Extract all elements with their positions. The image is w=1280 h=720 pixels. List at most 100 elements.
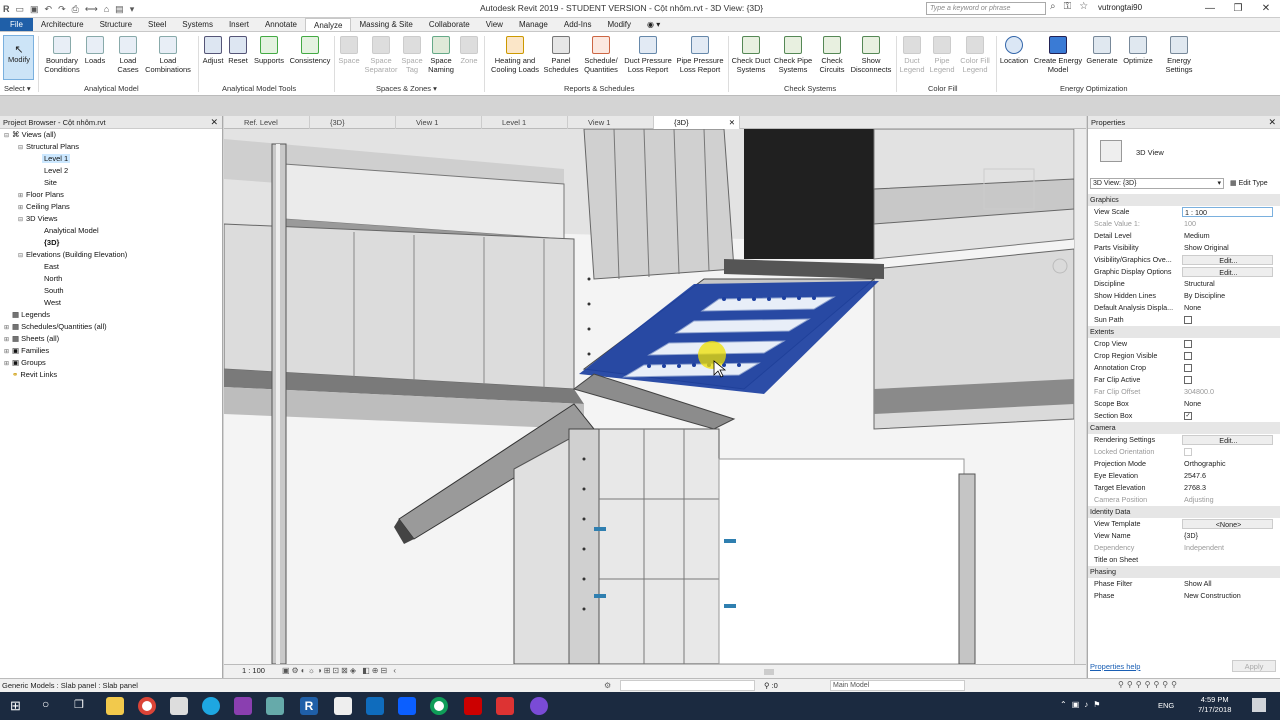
revit-app-icon[interactable]: R <box>300 697 318 715</box>
design-options-selector[interactable]: Main Model <box>830 680 965 691</box>
prop-row[interactable]: Visibility/Graphics Ove... Edit... <box>1088 254 1280 266</box>
tree-item[interactable]: Analytical Model <box>44 226 99 235</box>
view-tab-active[interactable]: {3D} ✕ <box>654 116 740 129</box>
tree-item[interactable]: ⊞ ▣ Groups <box>4 358 46 367</box>
prop-row[interactable]: Discipline Structural <box>1088 278 1280 290</box>
space-separator-button[interactable]: Space Separator <box>362 36 400 74</box>
create-energy-model-button[interactable]: Create Energy Model <box>1031 36 1085 74</box>
tree-item[interactable]: Site <box>44 178 57 187</box>
language-indicator[interactable]: ENG <box>1158 701 1174 710</box>
apply-button[interactable]: Apply <box>1232 660 1276 672</box>
generate-button[interactable]: Generate <box>1085 36 1119 65</box>
prop-row[interactable]: Sun Path <box>1088 314 1280 326</box>
group-extents[interactable]: Extents <box>1088 326 1280 338</box>
space-button[interactable]: Space <box>337 36 361 65</box>
crop-region-checkbox[interactable] <box>1184 352 1192 361</box>
close-icon[interactable]: ✕ <box>1252 0 1280 18</box>
prop-row[interactable]: Section Box ✓ <box>1088 410 1280 422</box>
notifications-icon[interactable] <box>1252 698 1266 712</box>
calculator-icon[interactable] <box>170 697 188 715</box>
section-box-checkbox[interactable]: ✓ <box>1184 412 1192 421</box>
close-icon[interactable]: ✕ <box>1268 116 1276 129</box>
search-input[interactable]: Type a keyword or phrase <box>926 2 1046 15</box>
tree-item[interactable]: ⊟ Structural Plans <box>18 142 79 151</box>
minimize-icon[interactable]: — <box>1196 0 1224 18</box>
skype-icon[interactable] <box>202 697 220 715</box>
restore-icon[interactable]: ❐ <box>1224 0 1252 18</box>
loads-button[interactable]: Loads <box>84 36 106 65</box>
tab-file[interactable]: File <box>0 18 33 31</box>
tree-item[interactable]: ⊟ 3D Views <box>18 214 58 223</box>
check-circuits-button[interactable]: Check Circuits <box>815 36 849 74</box>
prop-row[interactable]: Show Hidden Lines By Discipline <box>1088 290 1280 302</box>
energy-settings-button[interactable]: Energy Settings <box>1160 36 1198 74</box>
pipe-pressure-loss-button[interactable]: Pipe Pressure Loss Report <box>674 36 726 74</box>
location-button[interactable]: Location <box>998 36 1030 65</box>
horizontal-scroll-thumb[interactable] <box>764 669 774 675</box>
load-cases-button[interactable]: Load Cases <box>112 36 144 74</box>
ribbon-options-icon[interactable]: ◉ ▾ <box>639 18 668 31</box>
close-icon[interactable]: ✕ <box>729 116 735 129</box>
prop-row[interactable]: Phase New Construction <box>1088 590 1280 602</box>
tray-icons[interactable]: ⌃▣♪⚑ <box>1060 700 1105 709</box>
file-explorer-icon[interactable] <box>106 697 124 715</box>
chrome-icon[interactable] <box>430 697 448 715</box>
print-icon[interactable]: ⎙ <box>72 4 79 15</box>
prop-row[interactable]: Parts Visibility Show Original <box>1088 242 1280 254</box>
tab-annotate[interactable]: Annotate <box>257 18 305 31</box>
heating-cooling-loads-button[interactable]: Heating and Cooling Loads <box>487 36 543 74</box>
consistency-button[interactable]: Consistency <box>288 36 332 65</box>
windows-start-icon[interactable]: ⊞ <box>10 698 21 714</box>
tab-view[interactable]: View <box>478 18 511 31</box>
customize-qat-icon[interactable]: ▾ <box>130 4 135 15</box>
sun-path-checkbox[interactable] <box>1184 316 1192 325</box>
pipe-legend-button[interactable]: Pipe Legend <box>928 36 956 74</box>
search-icon[interactable]: ⌕ <box>1050 1 1056 12</box>
space-tag-button[interactable]: Space Tag <box>400 36 424 74</box>
tab-insert[interactable]: Insert <box>221 18 257 31</box>
task-view-icon[interactable]: ❐ <box>74 698 84 711</box>
check-pipe-systems-button[interactable]: Check Pipe Systems <box>772 36 814 74</box>
tree-item[interactable]: East <box>44 262 59 271</box>
app-icon[interactable] <box>234 697 252 715</box>
zone-button[interactable]: Zone <box>458 36 480 65</box>
load-combinations-button[interactable]: Load Combinations <box>142 36 194 74</box>
view-control-icons[interactable]: ▣⚙◐☼◑⊞⊡⊠◈ ◧⊕⊟ ‹ <box>282 666 398 675</box>
chrome-icon[interactable] <box>138 697 156 715</box>
search-icon[interactable]: ○ <box>42 697 49 711</box>
key-icon[interactable]: ⚿ <box>1064 1 1072 12</box>
prop-row[interactable]: Rendering Settings Edit... <box>1088 434 1280 446</box>
prop-row[interactable]: Crop View <box>1088 338 1280 350</box>
view-tab[interactable]: Ref. Level <box>224 116 310 129</box>
prop-row[interactable]: View Template <None> <box>1088 518 1280 530</box>
group-phasing[interactable]: Phasing <box>1088 566 1280 578</box>
tab-manage[interactable]: Manage <box>511 18 556 31</box>
space-naming-button[interactable]: Space Naming <box>426 36 456 74</box>
select-dropdown[interactable]: Select ▾ <box>4 84 31 93</box>
view-vertical-scrollbar[interactable] <box>1074 129 1086 664</box>
clock[interactable]: 4:59 PM 7/17/2018 <box>1198 695 1231 715</box>
tab-massing-site[interactable]: Massing & Site <box>351 18 420 31</box>
pdf-icon[interactable] <box>496 697 514 715</box>
tree-item[interactable]: ▦ Legends <box>4 310 50 319</box>
autocad-icon[interactable] <box>464 697 482 715</box>
tab-steel[interactable]: Steel <box>140 18 174 31</box>
prop-row[interactable]: Title on Sheet <box>1088 554 1280 566</box>
prop-row[interactable]: Scope Box None <box>1088 398 1280 410</box>
duct-legend-button[interactable]: Duct Legend <box>898 36 926 74</box>
reset-button[interactable]: Reset <box>227 36 249 65</box>
switch-windows-icon[interactable]: ▤ <box>115 4 124 15</box>
outlook-icon[interactable] <box>366 697 384 715</box>
prop-row[interactable]: Crop Region Visible <box>1088 350 1280 362</box>
tab-structure[interactable]: Structure <box>92 18 140 31</box>
instance-selector[interactable]: 3D View: {3D} ▾ <box>1090 178 1224 189</box>
duct-pressure-loss-button[interactable]: Duct Pressure Loss Report <box>622 36 674 74</box>
view-tab[interactable]: View 1 <box>568 116 654 129</box>
supports-button[interactable]: Supports <box>251 36 287 65</box>
prop-row[interactable]: Phase Filter Show All <box>1088 578 1280 590</box>
tree-item[interactable]: West <box>44 298 61 307</box>
properties-help-link[interactable]: Properties help <box>1090 662 1140 671</box>
workset-selector[interactable] <box>620 680 755 691</box>
tree-item[interactable]: Level 2 <box>44 166 68 175</box>
view-scale[interactable]: 1 : 100 <box>242 666 265 675</box>
